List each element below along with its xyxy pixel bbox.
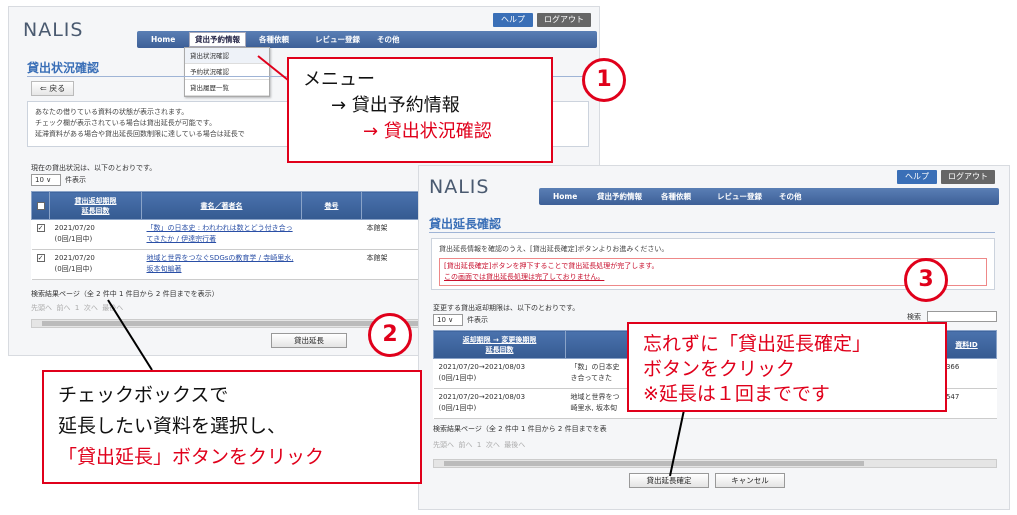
callout-line: → 貸出状況確認: [363, 121, 492, 142]
step-3-badge: 3: [904, 258, 948, 302]
step-2-badge: 2: [368, 313, 412, 357]
callout-line: ※延長は１回までです: [643, 383, 830, 405]
callout-line: 忘れずに「貸出延長確定」: [643, 333, 872, 355]
callout-step-1: メニュー → 貸出予約情報 → 貸出状況確認: [287, 57, 553, 163]
callout-line: ボタンをクリック: [643, 358, 796, 380]
callout-line: 延長したい資料を選択し、: [58, 415, 287, 437]
step-1-badge: 1: [582, 58, 626, 102]
callout-line: 「貸出延長」ボタンをクリック: [58, 446, 325, 468]
callout-line: メニュー: [303, 69, 375, 90]
callout-step-2: チェックボックスで 延長したい資料を選択し、 「貸出延長」ボタンをクリック: [42, 370, 422, 484]
callout-line: チェックボックスで: [58, 384, 229, 406]
callout-line: → 貸出予約情報: [331, 95, 460, 116]
callout-step-3: 忘れずに「貸出延長確定」 ボタンをクリック ※延長は１回までです: [627, 322, 947, 412]
